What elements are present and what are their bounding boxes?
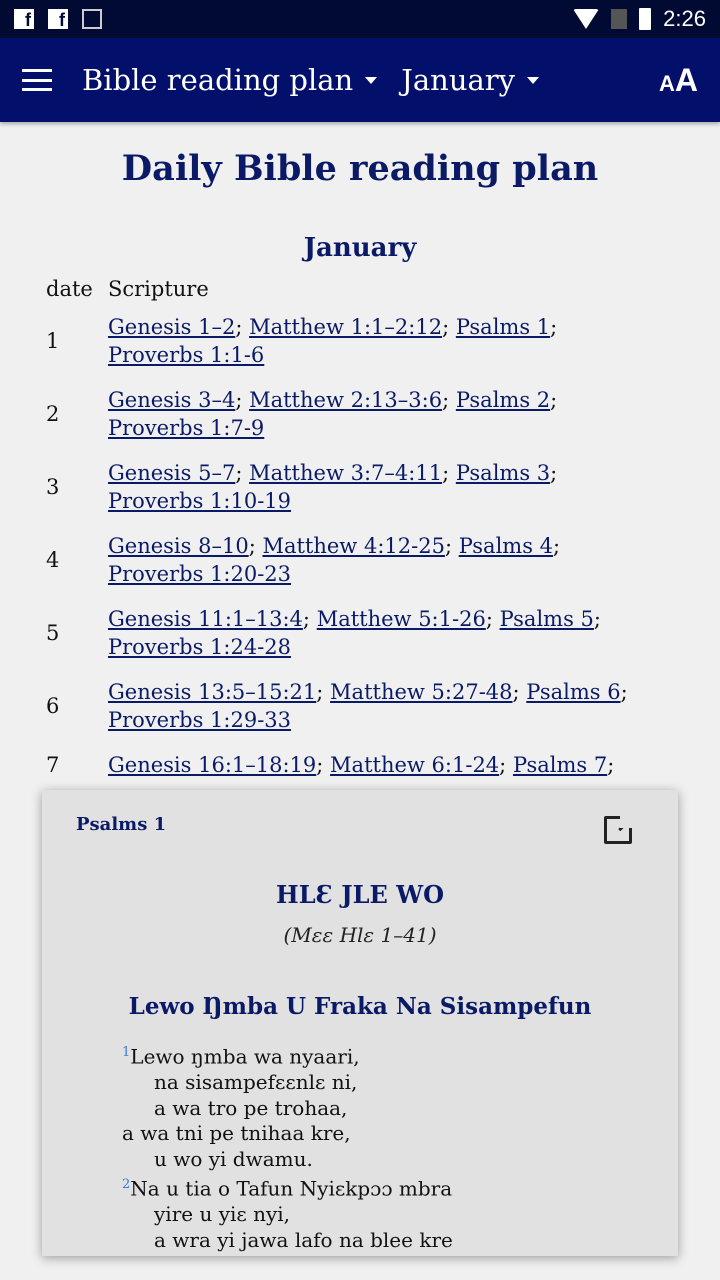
date-cell: 6 <box>46 694 60 718</box>
scripture-link[interactable]: Matthew 4:12-25 <box>262 534 444 558</box>
verse-line-text: Na u tia o Tafun Nyiɛkpɔɔ mbra <box>130 1176 453 1201</box>
date-cell: 3 <box>46 475 60 499</box>
scripture-link[interactable]: Matthew 6:1-24 <box>330 753 499 777</box>
scripture-cell: Genesis 13:5–15:21; Matthew 5:27-48; Psa… <box>108 680 628 732</box>
scripture-cell: Genesis 11:1–13:4; Matthew 5:1-26; Psalm… <box>108 607 601 659</box>
scripture-link[interactable]: Matthew 1:1–2:12 <box>249 315 442 339</box>
scripture-link[interactable]: Matthew 5:27-48 <box>330 680 512 704</box>
month-dropdown-label: January <box>401 63 516 97</box>
table-row: 1 Genesis 1–2; Matthew 1:1–2:12; Psalms 1… <box>46 313 628 386</box>
date-cell: 4 <box>46 548 60 572</box>
scripture-link[interactable]: Genesis 11:1–13:4 <box>108 607 303 631</box>
scripture-link[interactable]: Psalms 1 <box>456 315 550 339</box>
scripture-link[interactable]: Genesis 5–7 <box>108 461 235 485</box>
month-dropdown[interactable]: January <box>401 63 540 97</box>
scripture-link[interactable]: Psalms 2 <box>456 388 550 412</box>
scripture-link[interactable]: Proverbs 1:20-23 <box>108 562 291 586</box>
table-row: 5 Genesis 11:1–13:4; Matthew 5:1-26; Psal… <box>46 605 628 678</box>
verse-line-text: yire u yiɛ nyi, <box>154 1202 291 1227</box>
no-sim-icon <box>611 9 628 29</box>
clock: 2:26 <box>663 6 706 31</box>
scripture-link[interactable]: Psalms 7 <box>513 753 607 777</box>
scripture-link[interactable]: Proverbs 1:24-28 <box>108 635 291 659</box>
scripture-cell: Genesis 3–4; Matthew 2:13–3:6; Psalms 2;… <box>108 388 558 440</box>
date-cell: 1 <box>46 329 60 353</box>
scripture-link[interactable]: Psalms 6 <box>526 680 620 704</box>
scripture-link[interactable]: Matthew 5:1-26 <box>317 607 486 631</box>
book-subtitle: (Mɛɛ Hlɛ 1–41) <box>283 923 437 947</box>
scripture-cell: Genesis 1–2; Matthew 1:1–2:12; Psalms 1;… <box>108 315 558 367</box>
page-title: Daily Bible reading plan <box>121 148 599 189</box>
font-size-icon[interactable]: AA <box>659 62 698 99</box>
verse-line-text: a wa tni pe tnihaa kre, <box>122 1121 351 1146</box>
popup-reference: Psalms 1 <box>76 814 167 835</box>
verse-line: 1Lewo ŋmba wa nyaari, <box>122 1040 678 1070</box>
verse-line-text: u wo yi dwamu. <box>154 1146 313 1171</box>
table-row: 2 Genesis 3–4; Matthew 2:13–3:6; Psalms 2… <box>46 386 628 459</box>
date-cell: 5 <box>46 621 60 645</box>
date-cell: 2 <box>46 402 60 426</box>
scripture-link[interactable]: Proverbs 1:29-33 <box>108 708 291 732</box>
verse-line: u wo yi dwamu. <box>122 1147 678 1173</box>
table-row: 6 Genesis 13:5–15:21; Matthew 5:27-48; Ps… <box>46 678 628 751</box>
reading-table: date Scripture 1 Genesis 1–2; Matthew 1:1–… <box>46 277 628 796</box>
verse-line-text: Lewo ŋmba wa nyaari, <box>130 1044 360 1069</box>
verse-line-text: a wra yi jawa lafo na blee kre <box>154 1227 453 1252</box>
scripture-link[interactable]: Proverbs 1:10-19 <box>108 489 291 513</box>
facebook-icon: f <box>14 9 34 30</box>
book-title: HLƐ JLE WO <box>276 880 444 909</box>
scripture-link[interactable]: Matthew 3:7–4:11 <box>249 461 442 485</box>
verse-line: a wra yi jawa lafo na blee kre <box>122 1228 678 1254</box>
month-heading: January <box>303 233 417 263</box>
scripture-link[interactable]: Psalms 3 <box>456 461 550 485</box>
dropdown-arrow-icon <box>365 76 378 84</box>
verse-line: na sisampefɛɛnlɛ ni, <box>122 1070 678 1096</box>
dropdown-arrow-icon <box>527 76 540 84</box>
scripture-link[interactable]: Genesis 13:5–15:21 <box>108 680 316 704</box>
scripture-link[interactable]: Proverbs 1:1-6 <box>108 343 264 367</box>
table-row: 3 Genesis 5–7; Matthew 3:7–4:11; Psalms 3… <box>46 459 628 532</box>
scripture-link[interactable]: Psalms 4 <box>459 534 553 558</box>
verse-text: 1Lewo ŋmba wa nyaari, na sisampefɛɛnlɛ ni… <box>122 1040 678 1253</box>
scripture-cell: Genesis 5–7; Matthew 3:7–4:11; Psalms 3;… <box>108 461 558 513</box>
verse-line: 2Na u tia o Tafun Nyiɛkpɔɔ mbra <box>122 1172 678 1202</box>
scripture-link[interactable]: Proverbs 1:7-9 <box>108 416 264 440</box>
scripture-link[interactable]: Matthew 2:13–3:6 <box>249 388 442 412</box>
verse-line: yire u yiɛ nyi, <box>122 1202 678 1228</box>
verse-line-text: a wa tro pe trohaa, <box>154 1095 348 1120</box>
scripture-link[interactable]: Genesis 1–2 <box>108 315 235 339</box>
table-row: 4 Genesis 8–10; Matthew 4:12-25; Psalms 4… <box>46 532 628 605</box>
hamburger-icon[interactable] <box>22 69 52 91</box>
battery-icon <box>639 8 652 30</box>
verse-line-text: na sisampefɛɛnlɛ ni, <box>154 1070 358 1095</box>
scripture-cell: Genesis 8–10; Matthew 4:12-25; Psalms 4;… <box>108 534 561 586</box>
verse-line: a wa tni pe tnihaa kre, <box>122 1121 678 1147</box>
scripture-link[interactable]: Genesis 8–10 <box>108 534 249 558</box>
image-icon <box>82 9 102 29</box>
scripture-link[interactable]: Genesis 16:1–18:19 <box>108 753 316 777</box>
plan-dropdown-label: Bible reading plan <box>82 63 354 97</box>
status-bar: ff 2:26 <box>0 0 720 38</box>
scripture-link[interactable]: Genesis 3–4 <box>108 388 235 412</box>
col-date: date <box>46 277 93 301</box>
verse-line: a wa tro pe trohaa, <box>122 1096 678 1122</box>
open-external-icon[interactable] <box>604 814 634 844</box>
passage-popup: Psalms 1 HLƐ JLE WO (Mɛɛ Hlɛ 1–41) Lewo … <box>42 790 678 1256</box>
plan-dropdown[interactable]: Bible reading plan <box>82 63 378 97</box>
wifi-icon <box>573 9 600 29</box>
app-bar: Bible reading plan January AA <box>0 38 720 122</box>
scripture-link[interactable]: Psalms 5 <box>500 607 594 631</box>
facebook-icon: f <box>48 9 68 30</box>
col-scripture: Scripture <box>108 277 209 301</box>
section-heading: Lewo Ŋmba U Fraka Na Sisampefun <box>128 993 592 1020</box>
